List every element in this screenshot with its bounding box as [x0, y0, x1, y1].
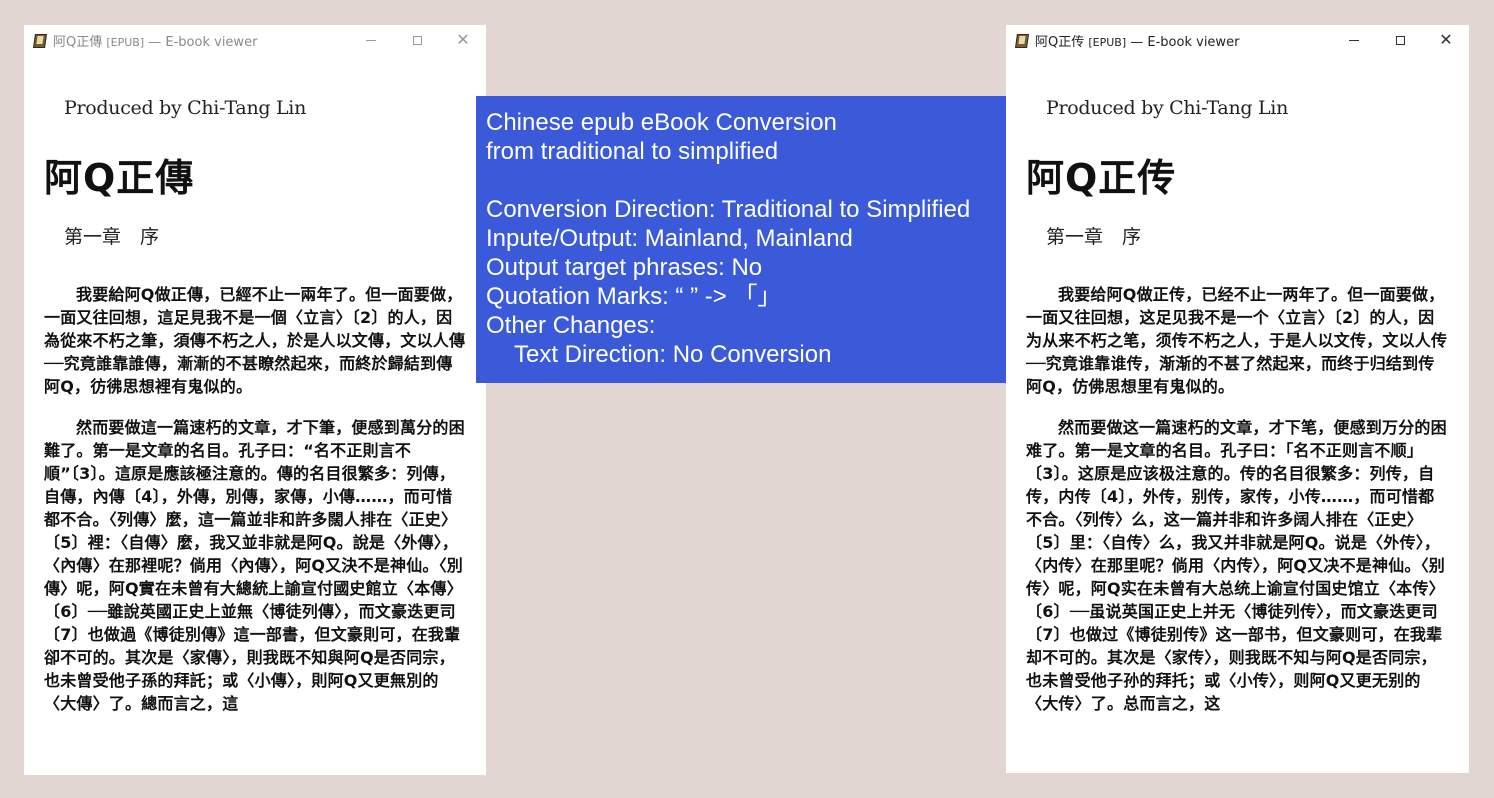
info-heading-line2: from traditional to simplified — [486, 138, 779, 165]
close-icon: ✕ — [1439, 30, 1453, 49]
paragraph: 然而要做这一篇速朽的文章，才下笔，便感到万分的困难了。第一是文章的名目。孔子曰：… — [1026, 418, 1447, 713]
input-output-setting: Inpute/Output: Mainland, Mainland — [486, 225, 853, 252]
minimize-icon — [1349, 39, 1359, 41]
maximize-button[interactable] — [394, 25, 440, 55]
minimize-button[interactable] — [348, 25, 394, 55]
conversion-direction: Conversion Direction: Traditional to Sim… — [486, 196, 971, 223]
book-title: 阿Q正傳 — [44, 156, 195, 200]
quotation-marks-setting: Quotation Marks: “ ” -> 「」 — [486, 283, 782, 310]
close-button[interactable]: ✕ — [1423, 25, 1469, 55]
producer-credit: Produced by Chi-Tang Lin — [1046, 97, 1289, 119]
paragraph: 我要給阿Q做正傳，已經不止一兩年了。但一面要做，一面又往回想，這足見我不是一個〈… — [44, 285, 466, 396]
maximize-button[interactable] — [1377, 25, 1423, 55]
paragraph: 然而要做這一篇速朽的文章，才下筆，便感到萬分的困難了。第一是文章的名目。孔子曰：… — [44, 418, 465, 713]
minimize-icon — [366, 39, 376, 41]
ebook-viewer-app-icon — [1015, 33, 1029, 48]
title-bar[interactable]: 阿Q正傳 [EPUB] — E-book viewer ✕ — [24, 25, 486, 55]
window-title: 阿Q正傳 [EPUB] — E-book viewer — [53, 34, 258, 50]
chapter-heading: 第一章 序 — [64, 226, 160, 248]
maximize-icon — [412, 35, 422, 45]
conversion-info-panel: Chinese epub eBook Conversion from tradi… — [476, 96, 1016, 383]
book-title: 阿Q正传 — [1026, 156, 1177, 200]
ebook-viewer-app-icon — [33, 33, 47, 48]
maximize-icon — [1395, 35, 1405, 45]
title-bar[interactable]: 阿Q正传 [EPUB] — E-book viewer ✕ — [1006, 25, 1469, 55]
paragraph: 我要给阿Q做正传，已经不止一两年了。但一面要做，一面又往回想，这足见我不是一个〈… — [1026, 285, 1448, 396]
close-icon: ✕ — [456, 30, 470, 49]
target-phrases-setting: Output target phrases: No — [486, 254, 763, 281]
ebook-viewer-window-traditional: 阿Q正傳 [EPUB] — E-book viewer ✕ Produced b… — [24, 25, 486, 775]
other-changes-label: Other Changes: — [486, 312, 656, 339]
text-direction-setting: Text Direction: No Conversion — [514, 341, 832, 368]
minimize-button[interactable] — [1331, 25, 1377, 55]
ebook-viewer-window-simplified: 阿Q正传 [EPUB] — E-book viewer ✕ Produced b… — [1006, 25, 1469, 773]
window-title: 阿Q正传 [EPUB] — E-book viewer — [1035, 34, 1240, 50]
book-content[interactable]: Produced by Chi-Tang Lin 阿Q正傳 第一章 序 我要給阿… — [24, 97, 486, 715]
producer-credit: Produced by Chi-Tang Lin — [64, 97, 307, 119]
chapter-heading: 第一章 序 — [1046, 226, 1142, 248]
close-button[interactable]: ✕ — [440, 25, 486, 55]
book-content[interactable]: Produced by Chi-Tang Lin 阿Q正传 第一章 序 我要给阿… — [1006, 97, 1469, 715]
info-heading-line1: Chinese epub eBook Conversion — [486, 109, 837, 136]
